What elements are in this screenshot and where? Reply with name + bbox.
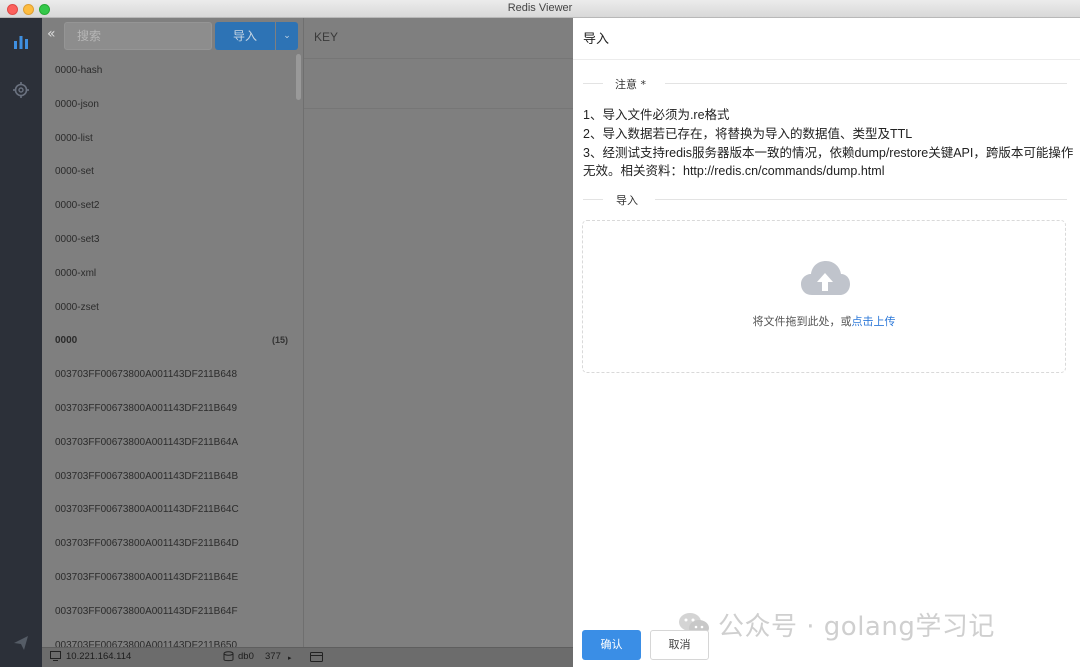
key-name: 0000-set2 (55, 200, 100, 212)
db-selector[interactable]: db0 (238, 651, 254, 662)
list-item[interactable]: 003703FF00673800A001143DF211B64E (42, 561, 296, 595)
window-title: Redis Viewer (507, 2, 573, 14)
list-item[interactable]: 0000-json (42, 88, 296, 122)
key-name: 003703FF00673800A001143DF211B64B (55, 470, 239, 482)
key-name: 0000-zset (55, 301, 99, 313)
confirm-button[interactable]: 确认 (582, 630, 641, 660)
list-item[interactable]: 0000-list (42, 122, 296, 156)
list-item[interactable]: 0000-zset (42, 291, 296, 325)
divider (573, 59, 1080, 60)
status-bar: 10.221.164.114 db0 377 ▸ (42, 647, 573, 667)
note-item: 3、经测试支持redis服务器版本一致的情况，依赖dump/restore关键A… (583, 145, 1074, 179)
divider (304, 58, 574, 59)
list-item[interactable]: 003703FF00673800A001143DF211B649 (42, 392, 296, 426)
note-item: 2、导入数据若已存在，将替换为导入的数据值、类型及TTL (583, 126, 913, 141)
key-detail-area: KEY (303, 18, 574, 647)
list-item[interactable]: 0000-set2 (42, 189, 296, 223)
import-button[interactable]: 导入 (215, 22, 275, 50)
chevron-down-icon[interactable]: ⌄ (276, 22, 298, 50)
key-name: 0000-set (55, 166, 94, 178)
list-item[interactable]: 003703FF00673800A001143DF211B64C (42, 493, 296, 527)
upload-hint: 将文件拖到此处，或点击上传 (583, 313, 1065, 329)
upload-text: 将文件拖到此处，或 (752, 315, 852, 328)
caret-icon[interactable]: ▸ (288, 654, 292, 662)
key-count-badge: (15) (271, 335, 288, 346)
import-divider: 导入 (573, 192, 1080, 207)
click-to-upload-link[interactable]: 点击上传 (852, 315, 896, 328)
list-item[interactable]: 0000-xml (42, 257, 296, 291)
watermark-text: 公众号 · golang学习记 (718, 612, 995, 642)
key-name: 0000-json (55, 98, 99, 110)
key-name: 003703FF00673800A001143DF211B64F (55, 605, 238, 617)
list-item[interactable]: 0000-set (42, 155, 296, 189)
key-name: 0000-list (55, 132, 93, 144)
list-item[interactable]: 003703FF00673800A001143DF211B64D (42, 527, 296, 561)
collapse-sidebar-button[interactable]: « (47, 26, 56, 42)
window-titlebar: Redis Viewer (0, 0, 1080, 18)
list-item[interactable]: 003703FF00673800A001143DF211B64A (42, 426, 296, 460)
key-name: 0000-set3 (55, 233, 100, 245)
list-item[interactable]: 003703FF00673800A001143DF211B648 (42, 358, 296, 392)
monitor-icon (50, 651, 61, 664)
key-list: 0000-hash 0000-json 0000-list 0000-set 0000-… (42, 54, 296, 647)
key-name: 003703FF00673800A001143DF211B64A (55, 436, 239, 448)
database-icon (223, 651, 234, 665)
key-list-scrollbar[interactable] (296, 54, 301, 100)
search-row: « 搜索 导入 ⌄ (42, 18, 303, 54)
key-count: 377 (265, 651, 281, 662)
card-icon[interactable] (310, 652, 323, 665)
key-list-panel: « 搜索 导入 ⌄ 0000-hash 0000-json 0000-list 000… (42, 18, 303, 647)
upload-dropzone[interactable]: 将文件拖到此处，或点击上传 (582, 220, 1066, 373)
key-name: 003703FF00673800A001143DF211B64E (55, 571, 239, 583)
list-item[interactable]: 003703FF00673800A001143DF211B64F (42, 595, 296, 629)
key-column-header: KEY (314, 30, 339, 44)
search-input[interactable]: 搜索 (64, 22, 212, 50)
cancel-button[interactable]: 取消 (650, 630, 709, 660)
list-item[interactable]: 0000 (15) (42, 324, 296, 358)
send-icon[interactable] (11, 633, 31, 653)
list-item[interactable]: 0000-set3 (42, 223, 296, 257)
gear-icon[interactable] (11, 80, 31, 100)
nav-rail (0, 18, 42, 667)
drawer-title: 导入 (583, 32, 610, 47)
import-heading: 导入 (616, 194, 638, 207)
import-drawer: 导入 注意 * 1、导入文件必须为.re格式 2、导入数据若已存在，将替换为导入… (573, 18, 1080, 667)
note-item: 1、导入文件必须为.re格式 (583, 108, 730, 122)
list-item[interactable]: 003703FF00673800A001143DF211B650 (42, 629, 296, 647)
key-name: 0000 (55, 335, 78, 347)
key-name: 003703FF00673800A001143DF211B650 (55, 639, 238, 647)
bar-chart-icon[interactable] (11, 32, 31, 52)
key-name: 0000-hash (55, 65, 103, 76)
key-name: 003703FF00673800A001143DF211B64D (55, 538, 239, 550)
key-name: 0000-xml (55, 267, 97, 279)
host-address: 10.221.164.114 (66, 651, 132, 662)
cloud-upload-icon (799, 257, 851, 299)
key-name: 003703FF00673800A001143DF211B64C (55, 504, 239, 516)
key-name: 003703FF00673800A001143DF211B648 (55, 369, 238, 381)
notes-heading: 注意 * (615, 78, 646, 91)
notes-divider: 注意 * (573, 76, 1080, 91)
list-item[interactable]: 003703FF00673800A001143DF211B64B (42, 460, 296, 494)
watermark: 公众号 · golang学习记 (678, 606, 995, 643)
key-name: 003703FF00673800A001143DF211B649 (55, 402, 238, 414)
notes-list: 1、导入文件必须为.re格式 2、导入数据若已存在，将替换为导入的数据值、类型及… (583, 106, 1075, 181)
list-item[interactable]: 0000-hash (42, 54, 296, 88)
divider (304, 108, 574, 109)
